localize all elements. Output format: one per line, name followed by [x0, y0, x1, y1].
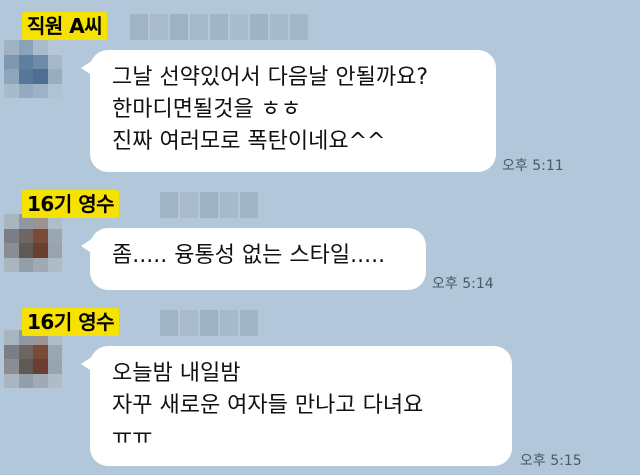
- sender-name-blurred: [130, 14, 308, 40]
- sender-tag: 16기 영수: [22, 308, 119, 336]
- avatar[interactable]: [4, 40, 62, 98]
- message-line: 자꾸 새로운 여자들 만나고 다녀요: [112, 393, 424, 418]
- message-bubble[interactable]: 좀..... 융통성 없는 스타일.....: [81, 228, 426, 290]
- message-line: 그날 선약있어서 다음날 안될까요?: [112, 65, 429, 90]
- message-line: 좀..... 융통성 없는 스타일.....: [112, 243, 386, 268]
- sender-tag: 16기 영수: [22, 190, 119, 218]
- message-timestamp: 오후 5:11: [502, 158, 564, 174]
- sender-tag: 직원 A씨: [22, 12, 108, 40]
- message-bubble[interactable]: 그날 선약있어서 다음날 안될까요? 한마디면될것을 ㅎㅎ 진짜 여러모로 폭탄…: [81, 50, 496, 172]
- message-line: 한마디면될것을 ㅎㅎ: [112, 97, 302, 122]
- avatar[interactable]: [4, 330, 62, 388]
- message-line: ㅠㅠ: [112, 425, 153, 450]
- message-bubble[interactable]: 오늘밤 내일밤 자꾸 새로운 여자들 만나고 다녀요 ㅠㅠ: [81, 346, 512, 466]
- message-line: 오늘밤 내일밤: [112, 361, 241, 386]
- sender-name-blurred: [160, 310, 258, 336]
- sender-name-blurred: [160, 192, 258, 218]
- message-timestamp: 오후 5:14: [432, 276, 494, 292]
- message-timestamp: 오후 5:15: [520, 453, 582, 469]
- message-line: 진짜 여러모로 폭탄이네요^^: [112, 129, 386, 154]
- avatar[interactable]: [4, 214, 62, 272]
